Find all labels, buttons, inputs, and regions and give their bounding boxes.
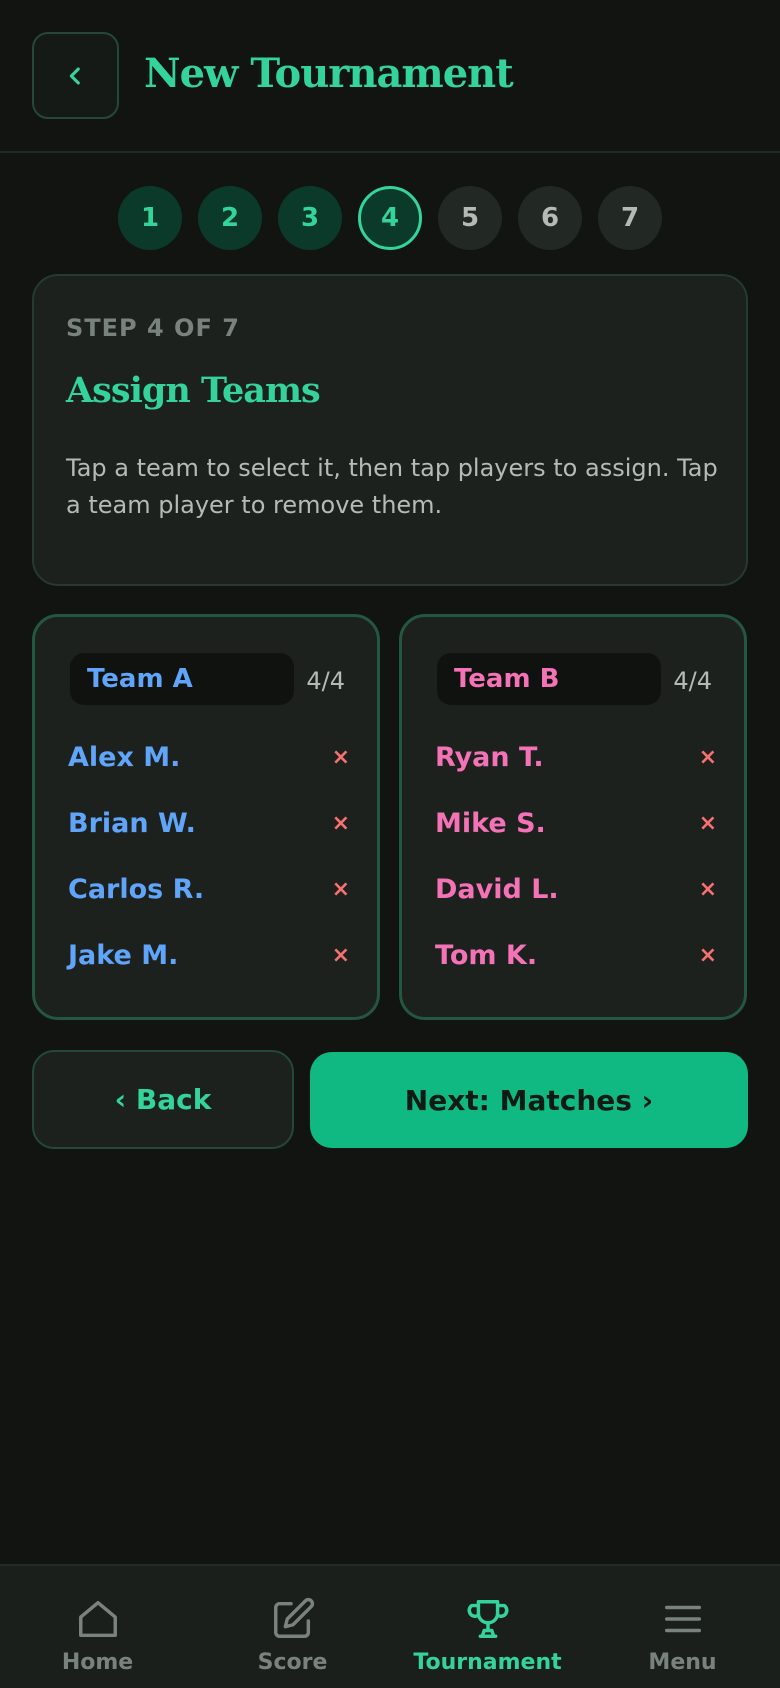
nav-item-score[interactable]: Score bbox=[195, 1566, 390, 1688]
remove-player-icon[interactable]: × bbox=[699, 877, 717, 902]
player-name: Tom K. bbox=[435, 939, 538, 971]
remove-player-icon[interactable]: × bbox=[332, 745, 350, 770]
player-name: David L. bbox=[435, 873, 559, 905]
remove-player-icon[interactable]: × bbox=[332, 943, 350, 968]
player-name: Brian W. bbox=[68, 807, 196, 839]
player-name: Mike S. bbox=[435, 807, 546, 839]
step-2: 2 bbox=[198, 186, 262, 250]
nav-label: Home bbox=[61, 1650, 134, 1675]
step-label: STEP 4 OF 7 bbox=[66, 314, 240, 342]
step-1: 1 bbox=[118, 186, 182, 250]
home-icon bbox=[78, 1600, 117, 1638]
team-player-row[interactable]: Tom K. × bbox=[435, 935, 717, 975]
player-name: Alex M. bbox=[68, 741, 181, 773]
instructions-card: STEP 4 OF 7 Assign Teams Tap a team to s… bbox=[32, 274, 748, 586]
page-title: New Tournament bbox=[144, 50, 514, 97]
back-button[interactable]: ‹ Back bbox=[32, 1050, 294, 1149]
nav-item-home[interactable]: Home bbox=[0, 1566, 195, 1688]
player-name: Ryan T. bbox=[435, 741, 544, 773]
step-3: 3 bbox=[278, 186, 342, 250]
progress-stepper: 1 2 3 4 5 6 7 bbox=[118, 186, 662, 250]
app-header: New Tournament bbox=[0, 0, 780, 153]
bottom-navigation: Home Score Tournament Menu bbox=[0, 1564, 780, 1688]
header-back-button[interactable] bbox=[32, 32, 119, 119]
team-player-row[interactable]: Ryan T. × bbox=[435, 737, 717, 777]
trophy-icon bbox=[467, 1600, 508, 1638]
team-player-count: 4/4 bbox=[306, 667, 345, 695]
card-title: Assign Teams bbox=[66, 370, 321, 411]
step-5: 5 bbox=[438, 186, 502, 250]
team-name-badge[interactable]: Team A bbox=[70, 653, 294, 705]
chevron-left-icon bbox=[69, 66, 80, 85]
team-player-row[interactable]: Mike S. × bbox=[435, 803, 717, 843]
remove-player-icon[interactable]: × bbox=[699, 745, 717, 770]
card-description: Tap a team to select it, then tap player… bbox=[66, 454, 718, 519]
team-card-b[interactable]: Team B 4/4 Ryan T. × Mike S. × David L. … bbox=[399, 614, 747, 1020]
nav-item-menu[interactable]: Menu bbox=[585, 1566, 780, 1688]
team-player-row[interactable]: Carlos R. × bbox=[68, 869, 350, 909]
remove-player-icon[interactable]: × bbox=[332, 811, 350, 836]
next-matches-button[interactable]: Next: Matches › bbox=[310, 1052, 748, 1148]
remove-player-icon[interactable]: × bbox=[699, 943, 717, 968]
team-player-row[interactable]: Alex M. × bbox=[68, 737, 350, 777]
team-player-row[interactable]: Brian W. × bbox=[68, 803, 350, 843]
step-7: 7 bbox=[598, 186, 662, 250]
step-4-current: 4 bbox=[358, 186, 422, 250]
player-name: Carlos R. bbox=[68, 873, 205, 905]
team-player-row[interactable]: David L. × bbox=[435, 869, 717, 909]
player-name: Jake M. bbox=[68, 939, 179, 971]
nav-label: Score bbox=[257, 1650, 328, 1675]
nav-label: Tournament bbox=[413, 1650, 562, 1675]
team-player-row[interactable]: Jake M. × bbox=[68, 935, 350, 975]
team-name-badge[interactable]: Team B bbox=[437, 653, 661, 705]
nav-item-tournament[interactable]: Tournament bbox=[390, 1566, 585, 1688]
step-6: 6 bbox=[518, 186, 582, 250]
menu-icon bbox=[664, 1605, 701, 1633]
team-card-a[interactable]: Team A 4/4 Alex M. × Brian W. × Carlos R… bbox=[32, 614, 380, 1020]
edit-icon bbox=[273, 1597, 314, 1638]
nav-label: Menu bbox=[648, 1650, 717, 1675]
remove-player-icon[interactable]: × bbox=[699, 811, 717, 836]
remove-player-icon[interactable]: × bbox=[332, 877, 350, 902]
team-player-count: 4/4 bbox=[673, 667, 712, 695]
